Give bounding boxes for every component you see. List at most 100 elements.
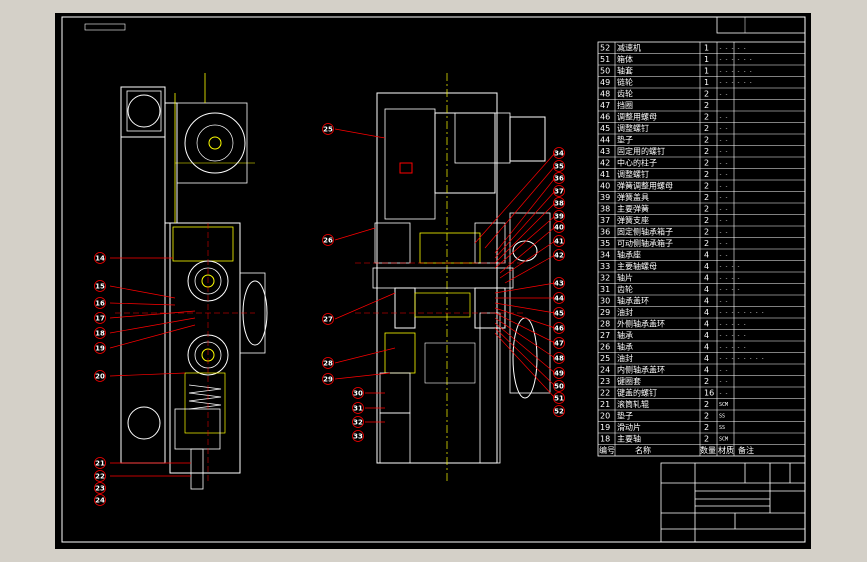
bom-row-number: 34 bbox=[600, 251, 610, 260]
bom-row-qty: 2 bbox=[704, 435, 709, 444]
callout-label: 31 bbox=[353, 405, 363, 413]
bom-row-material: - - bbox=[719, 379, 728, 385]
bom-row-qty: 2 bbox=[704, 113, 709, 122]
bom-row-number: 29 bbox=[600, 308, 610, 317]
bom-row-name: 内侧轴承盖环 bbox=[617, 365, 665, 375]
bom-row-number: 24 bbox=[600, 366, 610, 375]
bom-row-number: 35 bbox=[600, 239, 610, 248]
bom-row-qty: 16 bbox=[704, 389, 714, 398]
bom-row-number: 22 bbox=[600, 389, 610, 398]
bom-row-material: SCM bbox=[719, 437, 728, 443]
callout-label: 39 bbox=[554, 213, 564, 221]
bom-row-number: 47 bbox=[600, 101, 610, 110]
bom-row-qty: 4 bbox=[704, 343, 709, 352]
bom-row-number: 18 bbox=[600, 435, 610, 444]
bom-row-material: - - bbox=[719, 218, 728, 224]
bom-row-qty: 2 bbox=[704, 193, 709, 202]
callout-label: 41 bbox=[554, 238, 564, 246]
bom-row-number: 48 bbox=[600, 90, 610, 99]
bom-row-number: 42 bbox=[600, 159, 610, 168]
bom-row-name: 链轮 bbox=[617, 77, 633, 87]
bom-row-material: SS bbox=[719, 425, 725, 431]
bom-row-name: 轴片 bbox=[617, 273, 633, 283]
bom-row-name: 齿轮 bbox=[617, 284, 633, 294]
callout-label: 25 bbox=[323, 126, 333, 134]
drawing-sheet: 14 15 16 17 18 19 20 21 22 23 24 25 26 27 28 29 30 31 32 3… bbox=[55, 13, 811, 549]
bom-row-number: 32 bbox=[600, 274, 610, 283]
callout-label: 18 bbox=[95, 330, 105, 338]
bom-row-number: 51 bbox=[600, 55, 610, 64]
callout-label: 28 bbox=[323, 360, 333, 368]
bom-row-material: - - bbox=[719, 368, 728, 374]
bom-row-name: 滑动片 bbox=[617, 422, 641, 432]
bom-row-qty: 2 bbox=[704, 377, 709, 386]
callout-label: 36 bbox=[554, 175, 564, 183]
bom-row-qty: 4 bbox=[704, 297, 709, 306]
callout-label: 20 bbox=[95, 373, 105, 381]
bom-row-number: 25 bbox=[600, 354, 610, 363]
callout-label: 30 bbox=[353, 390, 363, 398]
bom-row-name: 轴套 bbox=[617, 66, 633, 76]
callout-label: 43 bbox=[554, 280, 564, 288]
callout-label: 27 bbox=[323, 316, 333, 324]
bom-row-qty: 4 bbox=[704, 251, 709, 260]
callout-label: 44 bbox=[554, 295, 564, 303]
bom-row-qty: 1 bbox=[704, 67, 709, 76]
bom-row-material: - - bbox=[719, 299, 728, 305]
bom-row-qty: 2 bbox=[704, 159, 709, 168]
callout-label: 47 bbox=[554, 340, 564, 348]
bom-row-material: - - bbox=[719, 207, 728, 213]
bom-header-cell: 数量 bbox=[700, 445, 716, 455]
bom-row-qty: 2 bbox=[704, 239, 709, 248]
bom-row-name: 轴承盖环 bbox=[617, 296, 649, 306]
bom-row-name: 垫子 bbox=[617, 411, 633, 421]
bom-row-material: - - bbox=[719, 172, 728, 178]
bom-row-name: 调整螺钉 bbox=[617, 169, 649, 179]
bom-row-qty: 2 bbox=[704, 124, 709, 133]
bom-row-qty: 2 bbox=[704, 170, 709, 179]
bom-row-number: 37 bbox=[600, 216, 610, 225]
bom-row-material: - - bbox=[719, 138, 728, 144]
bom-header-cell: 编号 bbox=[599, 445, 615, 455]
bom-row-material: - - - - - - - - bbox=[719, 310, 764, 316]
bom-row-name: 减速机 bbox=[617, 43, 641, 53]
bom-row-qty: 2 bbox=[704, 423, 709, 432]
callout-label: 21 bbox=[95, 460, 105, 468]
bom-row-name: 键圈套 bbox=[617, 376, 641, 386]
bom-row-name: 固定侧轴承箱子 bbox=[617, 227, 673, 237]
bom-row-name: 弹簧支座 bbox=[617, 215, 649, 225]
callout-label: 46 bbox=[554, 325, 564, 333]
bom-row-material: - - - - bbox=[719, 264, 740, 270]
bom-row-qty: 4 bbox=[704, 320, 709, 329]
callout-label: 14 bbox=[95, 255, 105, 263]
bom-row-name: 外侧轴承盖环 bbox=[617, 319, 665, 329]
bom-row-qty: 4 bbox=[704, 354, 709, 363]
bom-row-number: 43 bbox=[600, 147, 610, 156]
bom-row-qty: 4 bbox=[704, 285, 709, 294]
bom-row-number: 30 bbox=[600, 297, 610, 306]
callout-label: 51 bbox=[554, 395, 564, 403]
bom-row-number: 27 bbox=[600, 331, 610, 340]
bom-row-qty: 1 bbox=[704, 55, 709, 64]
bom-row-number: 46 bbox=[600, 113, 610, 122]
callout-label: 34 bbox=[554, 150, 564, 158]
bom-row-qty: 2 bbox=[704, 101, 709, 110]
bom-row-name: 箱体 bbox=[617, 54, 633, 64]
callout-label: 26 bbox=[323, 237, 333, 245]
bom-row-qty: 4 bbox=[704, 274, 709, 283]
bom-row-name: 调整用螺母 bbox=[617, 112, 657, 122]
bom-row-qty: 2 bbox=[704, 412, 709, 421]
callout-label: 40 bbox=[554, 224, 564, 232]
bom-row-material: - - - - - - bbox=[719, 57, 752, 63]
bom-row-material: - - bbox=[719, 184, 728, 190]
bom-row-name: 弹簧调整用螺母 bbox=[617, 181, 673, 191]
callout-label: 42 bbox=[554, 252, 564, 260]
bom-row-qty: 2 bbox=[704, 90, 709, 99]
bom-header-cell: 材质 bbox=[718, 445, 734, 455]
bom-row-material: - - - - - bbox=[719, 322, 746, 328]
callout-label: 35 bbox=[554, 163, 564, 171]
bom-row-qty: 2 bbox=[704, 400, 709, 409]
bom-row-number: 44 bbox=[600, 136, 610, 145]
bom-row-qty: 4 bbox=[704, 308, 709, 317]
bom-row-number: 31 bbox=[600, 285, 610, 294]
